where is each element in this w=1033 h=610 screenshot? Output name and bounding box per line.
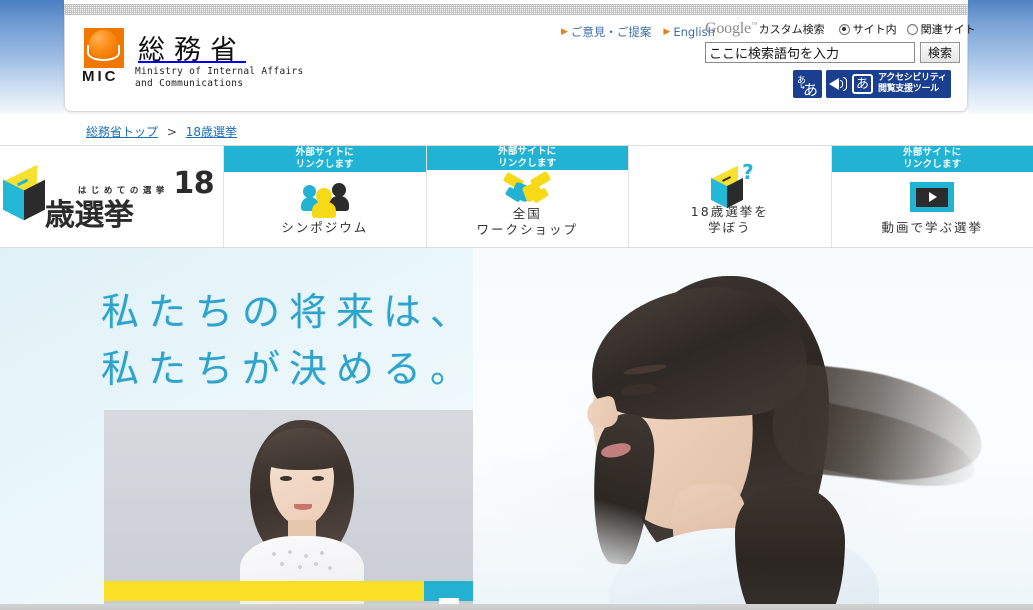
ministry-name-en-line1: Ministry of Internal Affairs xyxy=(135,66,304,77)
header-links: ▶ ご意見・ご提案 ▶ English xyxy=(561,24,715,40)
question-ballot-box-icon: ? xyxy=(629,160,831,209)
page-root: 総務省 MIC Ministry of Internal Affairs and… xyxy=(0,0,1033,610)
triangle-bullet-icon: ▶ xyxy=(561,26,568,37)
ministry-name-jp: 総務省 xyxy=(138,35,246,66)
hero-headline-line1: 私たちの将来は、 xyxy=(101,290,478,334)
breadcrumb-item-top[interactable]: 総務省トップ xyxy=(86,125,158,139)
accessibility-tools: あ ↳ あ あ アクセシビリティ 閲覧支援ツール xyxy=(793,70,951,99)
ministry-abbrev: MIC xyxy=(82,68,119,85)
google-custom-search: Google™ カスタム検索 サイト内 関連サイト 検索 xyxy=(705,20,976,63)
brand-title: 18歳選挙 xyxy=(44,166,215,233)
hero-headline: 私たちの将来は、 私たちが決める。 xyxy=(101,284,477,398)
breadcrumb-item-current[interactable]: 18歳選挙 xyxy=(186,125,237,139)
accessibility-tool-label: アクセシビリティ 閲覧支援ツール xyxy=(878,73,947,94)
external-link-badge: 外部サイトに リンクします xyxy=(831,146,1033,172)
nav-workshop-label: 全国 ワークショップ xyxy=(476,206,578,237)
ballot-box-icon xyxy=(0,164,45,221)
radio-icon[interactable] xyxy=(906,23,918,35)
brand-18sai-senkyo[interactable]: はじめての選挙 18歳選挙 xyxy=(0,161,223,232)
search-scope-related[interactable]: 関連サイト xyxy=(906,21,976,37)
feedback-link[interactable]: ▶ ご意見・ご提案 xyxy=(561,24,651,40)
nav-learn[interactable]: ? 18歳選挙を 学ぼう xyxy=(629,146,832,247)
nav-symposium[interactable]: 外部サイトに リンクします シンポジウム xyxy=(224,146,427,247)
video-progress-bar-yellow[interactable] xyxy=(104,581,424,601)
hero-headline-line2: 私たちが決める。 xyxy=(101,347,478,391)
speaker-icon xyxy=(829,75,849,93)
nav-workshop[interactable]: 外部サイトに リンクします 全国 ワークショップ xyxy=(426,146,629,247)
external-link-badge: 外部サイトに リンクします xyxy=(224,146,426,172)
breadcrumb-separator: > xyxy=(166,125,177,139)
trademark-icon: ™ xyxy=(750,20,758,29)
window-chrome-left xyxy=(0,0,64,126)
feedback-link-label: ご意見・ご提案 xyxy=(570,25,652,39)
radio-icon[interactable] xyxy=(838,23,850,35)
hero-video-panel[interactable] xyxy=(104,410,473,606)
ministry-name-en-line2: and Communications xyxy=(135,78,244,89)
search-scope-site-label: サイト内 xyxy=(852,23,897,36)
google-logo: Google™ xyxy=(705,20,758,37)
portrait-illustration xyxy=(565,266,995,606)
hero-section: 私たちの将来は、 私たちが決める。 xyxy=(0,248,1033,606)
nav-learn-spacer xyxy=(629,146,831,162)
mic-orange-logo-icon xyxy=(84,28,124,68)
handshake-icon xyxy=(427,170,629,206)
search-submit-button[interactable]: 検索 xyxy=(920,42,960,63)
ministry-name-en: Ministry of Internal Affairs and Communi… xyxy=(135,66,304,90)
hero-portrait-photo xyxy=(473,248,1033,606)
page-bottom-edge xyxy=(0,604,1033,610)
people-group-icon xyxy=(224,172,426,220)
triangle-bullet-icon: ▶ xyxy=(663,26,671,37)
nav-learn-label: 18歳選挙を 学ぼう xyxy=(690,204,769,235)
header-hatch-decoration xyxy=(65,4,967,15)
nav-symposium-label: シンポジウム xyxy=(281,220,369,235)
breadcrumb: 総務省トップ > 18歳選挙 xyxy=(86,123,237,140)
custom-search-label: カスタム検索 xyxy=(758,23,825,36)
accessibility-tool-button[interactable]: あ アクセシビリティ 閲覧支援ツール xyxy=(826,70,951,98)
external-link-badge: 外部サイトに リンクします xyxy=(426,146,628,170)
brand-logo-cell[interactable]: はじめての選挙 18歳選挙 xyxy=(0,146,224,247)
video-thumbnail-person xyxy=(232,420,372,606)
brand-kicker: はじめての選挙 xyxy=(77,186,169,196)
font-size-toggle-button[interactable]: あ ↳ あ xyxy=(793,70,822,99)
furigana-icon: あ xyxy=(852,74,873,94)
question-mark-icon: ? xyxy=(742,160,754,184)
font-large-glyph: あ xyxy=(803,81,819,99)
nav-video-label: 動画で学ぶ選挙 xyxy=(881,220,983,235)
search-scope-group: サイト内 関連サイト xyxy=(838,21,976,37)
search-scope-related-label: 関連サイト xyxy=(920,23,976,36)
window-chrome-right xyxy=(968,0,1033,126)
search-input[interactable] xyxy=(705,42,915,63)
nav-video[interactable]: 外部サイトに リンクします 動画で学ぶ選挙 xyxy=(831,146,1033,247)
section-nav: はじめての選挙 18歳選挙 外部サイトに リンクします シンポジウム 外部サイト… xyxy=(0,145,1033,248)
search-scope-site[interactable]: サイト内 xyxy=(838,21,897,37)
play-button-icon xyxy=(832,172,1033,220)
site-logo[interactable]: 総務省 xyxy=(84,27,246,68)
